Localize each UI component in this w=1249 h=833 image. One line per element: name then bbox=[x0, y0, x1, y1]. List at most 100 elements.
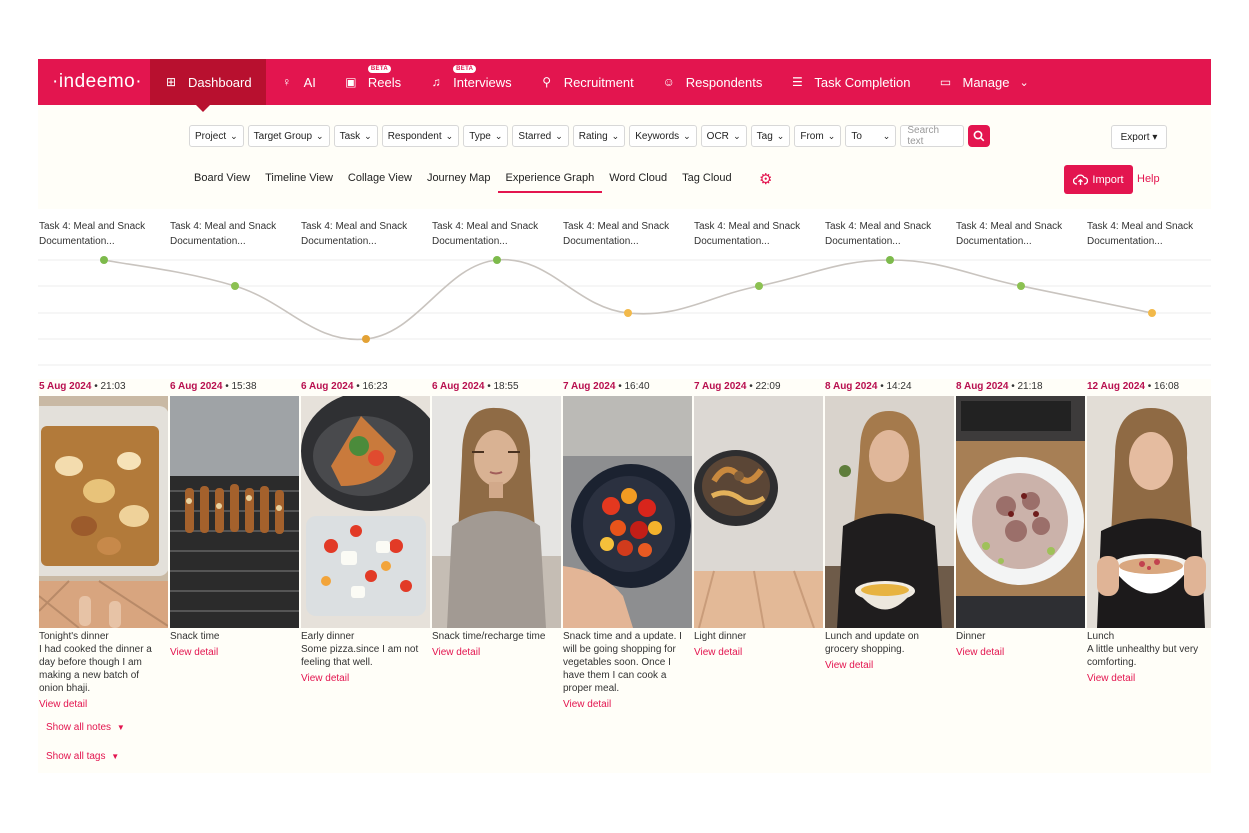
gear-icon[interactable]: ⚙ bbox=[759, 170, 772, 188]
nav-dashboard[interactable]: ⊞ Dashboard bbox=[150, 59, 266, 112]
nav-label: Respondents bbox=[685, 74, 763, 90]
entry-photo[interactable] bbox=[38, 396, 169, 629]
tab-collage-view[interactable]: Collage View bbox=[348, 172, 412, 193]
tab-journey-map[interactable]: Journey Map bbox=[427, 172, 491, 193]
entry-timestamp: 6 Aug 2024 • 15:38 bbox=[170, 381, 301, 395]
help-link[interactable]: Help bbox=[1137, 173, 1160, 185]
entry-caption: Dinner bbox=[956, 630, 1087, 643]
entry-photo[interactable] bbox=[1087, 396, 1211, 628]
entry-date: 8 Aug 2024 bbox=[956, 381, 1009, 392]
caption-line: I had cooked the dinner a day before tho… bbox=[39, 644, 152, 694]
nav-label: Task Completion bbox=[814, 74, 911, 90]
entry-timestamp: 7 Aug 2024 • 22:09 bbox=[694, 381, 825, 395]
nav-label: AI bbox=[303, 74, 316, 90]
filter-starred-dropdown[interactable]: Starred ⌄ bbox=[512, 125, 569, 147]
entry-photo[interactable] bbox=[170, 396, 299, 628]
nav-ai[interactable]: ♀ AI bbox=[266, 59, 330, 105]
tab-word-cloud[interactable]: Word Cloud bbox=[609, 172, 667, 193]
entry-caption: Light dinner bbox=[694, 630, 825, 643]
show-all-notes-toggle[interactable]: Show all notes ▼ bbox=[46, 722, 125, 733]
view-detail-link[interactable]: View detail bbox=[1087, 673, 1211, 684]
graph-point[interactable] bbox=[231, 282, 239, 290]
filter-task-dropdown[interactable]: Task ⌄ bbox=[333, 125, 378, 147]
nav-task-completion[interactable]: ☰ Task Completion bbox=[776, 59, 924, 105]
nav-respondents[interactable]: ☺ Respondents bbox=[648, 59, 777, 105]
entry-caption: Lunch and update on grocery shopping. bbox=[825, 630, 956, 656]
view-detail-link[interactable]: View detail bbox=[432, 647, 563, 658]
entry-photo[interactable] bbox=[956, 396, 1085, 628]
entry-photo[interactable] bbox=[301, 391, 441, 628]
filter-keywords-dropdown[interactable]: Keywords ⌄ bbox=[629, 125, 697, 147]
graph-point[interactable] bbox=[362, 335, 370, 343]
import-button[interactable]: Import bbox=[1064, 165, 1133, 194]
tab-timeline-view[interactable]: Timeline View bbox=[265, 172, 333, 193]
filter-label: Rating bbox=[578, 130, 608, 142]
show-all-tags-toggle[interactable]: Show all tags ▼ bbox=[46, 751, 119, 762]
filter-label: Project bbox=[195, 130, 227, 142]
caption-line: Lunch and update on grocery shopping. bbox=[825, 631, 919, 655]
entry-date: 7 Aug 2024 bbox=[694, 381, 747, 392]
filter-type-dropdown[interactable]: Type ⌄ bbox=[463, 125, 509, 147]
app-window: ·indeemo· ⊞ Dashboard ♀ AI ▣ Reels BETA ♫ Interv… bbox=[38, 59, 1211, 773]
graph-point[interactable] bbox=[755, 282, 763, 290]
entry-card: 8 Aug 2024 • 14:24 Lunch and update on gr… bbox=[825, 381, 956, 671]
entry-caption: Early dinner Some pizza.since I am not fe… bbox=[301, 630, 432, 669]
search-input[interactable]: Search text bbox=[900, 125, 965, 147]
view-detail-link[interactable]: View detail bbox=[956, 647, 1087, 658]
filter-respondent-dropdown[interactable]: Respondent ⌄ bbox=[381, 125, 460, 147]
entry-photo[interactable] bbox=[825, 396, 954, 628]
entry-photo[interactable] bbox=[563, 396, 692, 628]
beta-badge: BETA bbox=[367, 65, 391, 73]
entry-date: 5 Aug 2024 bbox=[39, 381, 92, 392]
graph-task-label: Task 4: Meal and Snack Documentation... bbox=[956, 221, 1063, 247]
filter-to-dropdown[interactable]: To ⌄ bbox=[845, 125, 897, 147]
filter-rating-dropdown[interactable]: Rating ⌄ bbox=[572, 125, 626, 147]
caption-line: Some pizza.since I am not feeling that w… bbox=[301, 644, 419, 668]
graph-point[interactable] bbox=[624, 309, 632, 317]
entry-caption: Tonight's dinner I had cooked the dinner … bbox=[39, 630, 170, 695]
view-detail-link[interactable]: View detail bbox=[170, 647, 301, 658]
graph-task-label: Task 4: Meal and Snack Documentation... bbox=[694, 221, 801, 247]
view-detail-link[interactable]: View detail bbox=[825, 660, 956, 671]
nav-label: Manage bbox=[962, 74, 1010, 90]
filter-bar: Project ⌄ Target Group ⌄ Task ⌄ Respondent ⌄ Typ… bbox=[189, 125, 991, 147]
nav-label: Dashboard bbox=[188, 74, 252, 90]
graph-point[interactable] bbox=[886, 256, 894, 264]
nav-manage[interactable]: ▭ Manage bbox=[925, 59, 1024, 105]
graph-task-label: Task 4: Meal and Snack Documentation... bbox=[170, 221, 277, 247]
nav-reels[interactable]: ▣ Reels BETA bbox=[330, 59, 415, 105]
graph-point[interactable] bbox=[1148, 309, 1156, 317]
nav-interviews[interactable]: ♫ Interviews BETA bbox=[415, 59, 526, 105]
entry-photo[interactable] bbox=[694, 396, 823, 629]
tab-tag-cloud[interactable]: Tag Cloud bbox=[682, 172, 732, 193]
entry-timestamp: 6 Aug 2024 • 18:55 bbox=[432, 381, 563, 395]
beta-badge: BETA bbox=[453, 65, 477, 73]
filter-from-dropdown[interactable]: From ⌄ bbox=[794, 125, 842, 147]
filter-target-group-dropdown[interactable]: Target Group ⌄ bbox=[247, 125, 330, 147]
graph-point[interactable] bbox=[1017, 282, 1025, 290]
view-detail-link[interactable]: View detail bbox=[39, 699, 170, 710]
caption-line: Snack time and a update. I will be going… bbox=[563, 631, 682, 694]
microphone-icon: ♫ bbox=[431, 75, 441, 89]
entry-timestamp: 7 Aug 2024 • 16:40 bbox=[563, 381, 694, 395]
graph-point[interactable] bbox=[493, 256, 501, 264]
tab-board-view[interactable]: Board View bbox=[194, 172, 250, 193]
chevron-down-icon: ⌄ bbox=[611, 130, 620, 141]
filter-ocr-dropdown[interactable]: OCR ⌄ bbox=[700, 125, 747, 147]
photo-woman-bowl bbox=[1087, 396, 1211, 628]
tab-experience-graph[interactable]: Experience Graph bbox=[497, 172, 603, 193]
entry-timestamp: 5 Aug 2024 • 21:03 bbox=[39, 381, 170, 395]
view-detail-link[interactable]: View detail bbox=[301, 673, 432, 684]
filter-project-dropdown[interactable]: Project ⌄ bbox=[189, 125, 244, 147]
view-detail-link[interactable]: View detail bbox=[563, 699, 694, 710]
lightbulb-icon: ♀ bbox=[282, 75, 292, 89]
graph-point[interactable] bbox=[100, 256, 108, 264]
top-nav: ·indeemo· ⊞ Dashboard ♀ AI ▣ Reels BETA ♫ Interv… bbox=[38, 59, 1211, 112]
chevron-down-icon: ⌄ bbox=[882, 130, 891, 141]
nav-recruitment[interactable]: ⚲ Recruitment bbox=[526, 59, 648, 105]
search-button[interactable] bbox=[968, 125, 991, 147]
export-button[interactable]: Export ▾ bbox=[1111, 125, 1167, 149]
view-detail-link[interactable]: View detail bbox=[694, 647, 825, 658]
filter-tag-dropdown[interactable]: Tag ⌄ bbox=[750, 125, 791, 147]
entry-photo[interactable] bbox=[432, 396, 561, 628]
